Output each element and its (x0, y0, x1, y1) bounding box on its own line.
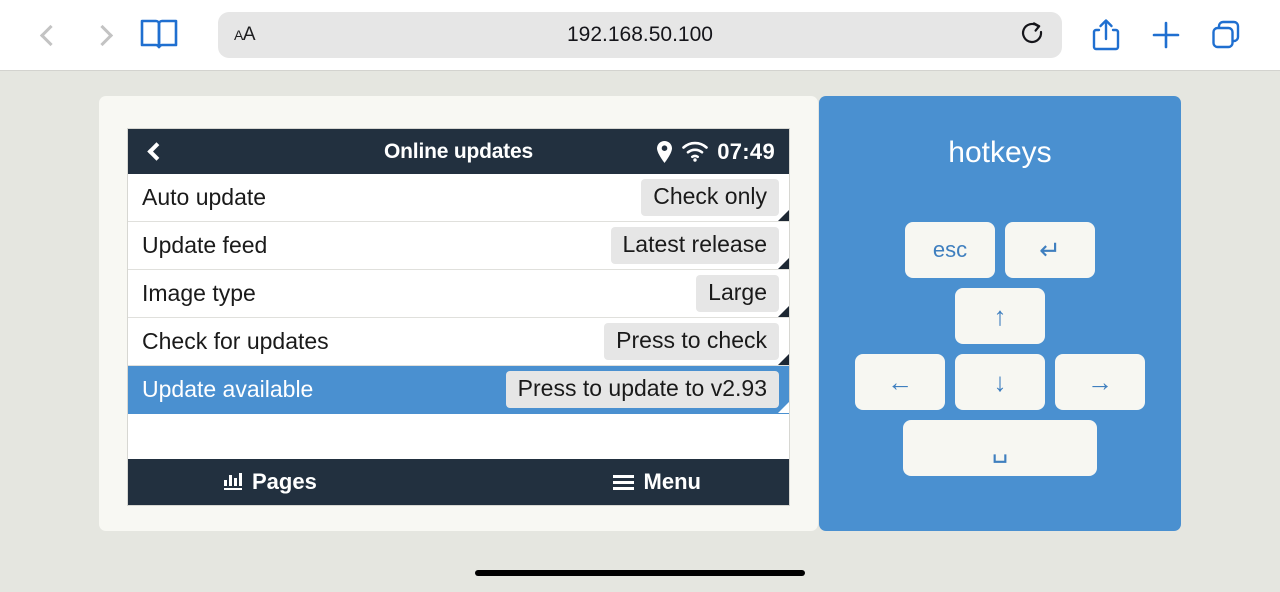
row-label: Image type (142, 280, 256, 306)
wifi-icon (682, 141, 709, 162)
book-icon (140, 19, 178, 49)
row-corner-marker (778, 210, 789, 221)
table-row[interactable]: Update feed Latest release (128, 222, 789, 270)
clock-time: 07:49 (717, 138, 775, 164)
row-label: Auto update (142, 184, 267, 210)
row-corner-marker (778, 402, 789, 413)
reload-icon (1021, 22, 1043, 44)
arrow-left-key-label: ← (887, 367, 913, 397)
arrow-up-key-label: ↑ (993, 301, 1007, 331)
row-label: Update available (142, 376, 314, 402)
row-label: Update feed (142, 232, 268, 258)
arrow-right-key-label: → (1087, 367, 1113, 397)
device-footer: Pages Menu (128, 459, 789, 505)
arrow-down-key-label: ↓ (993, 367, 1007, 397)
device-remote-console: Online updates 07:49 Auto update Check o… (127, 128, 790, 506)
hotkeys-title: hotkeys (948, 136, 1052, 169)
chevron-right-icon (91, 24, 113, 46)
table-row-empty (128, 414, 789, 459)
arrow-up-key[interactable]: ↑ (955, 288, 1045, 344)
table-row[interactable]: Auto update Check only (128, 174, 789, 222)
tabs-icon (1212, 20, 1240, 49)
location-pin-icon (657, 140, 673, 163)
share-icon (1092, 19, 1120, 51)
table-row-selected[interactable]: Update available Press to update to v2.9… (128, 366, 789, 414)
hamburger-icon (612, 474, 634, 490)
hotkeys-panel: hotkeys esc ↵ ↑ ← ↓ → ␣ (819, 96, 1181, 531)
row-corner-marker (778, 354, 789, 365)
row-corner-marker (778, 258, 789, 269)
url-text: 192.168.50.100 (567, 23, 713, 46)
address-bar[interactable]: AA 192.168.50.100 (218, 12, 1062, 58)
arrow-left-key[interactable]: ← (855, 354, 945, 410)
space-key-label: ␣ (991, 433, 1009, 463)
row-value[interactable]: Latest release (610, 227, 779, 264)
menu-label: Menu (643, 469, 701, 494)
pages-label: Pages (252, 469, 317, 494)
hotkeys-row-2: ↑ (955, 288, 1045, 344)
home-indicator (475, 570, 805, 576)
new-tab-button[interactable] (1136, 9, 1196, 61)
forward-button[interactable] (76, 9, 128, 61)
hotkeys-row-4: ␣ (903, 420, 1097, 476)
browser-toolbar: AA 192.168.50.100 (0, 0, 1280, 71)
row-value[interactable]: Check only (641, 179, 779, 216)
device-header: Online updates 07:49 (128, 129, 789, 174)
bar-chart-icon (224, 473, 242, 490)
arrow-right-key[interactable]: → (1055, 354, 1145, 410)
tabs-button[interactable] (1196, 9, 1256, 61)
table-row[interactable]: Image type Large (128, 270, 789, 318)
esc-key[interactable]: esc (905, 222, 995, 278)
back-button[interactable] (24, 9, 76, 61)
status-icons: 07:49 (656, 139, 775, 165)
device-card: Online updates 07:49 Auto update Check o… (99, 96, 818, 531)
menu-button[interactable]: Menu (612, 469, 701, 495)
hotkeys-keypad: esc ↵ ↑ ← ↓ → ␣ (855, 222, 1145, 476)
share-button[interactable] (1076, 9, 1136, 61)
table-row[interactable]: Check for updates Press to check (128, 318, 789, 366)
space-key[interactable]: ␣ (903, 420, 1097, 476)
page-body: Online updates 07:49 Auto update Check o… (0, 71, 1280, 592)
hotkeys-row-1: esc ↵ (905, 222, 1095, 278)
row-value[interactable]: Press to check (604, 323, 779, 360)
enter-key[interactable]: ↵ (1005, 222, 1095, 278)
plus-icon (1152, 21, 1180, 49)
bookmarks-button[interactable] (128, 9, 190, 61)
reload-button[interactable] (1020, 21, 1046, 49)
arrow-down-key[interactable]: ↓ (955, 354, 1045, 410)
esc-key-label: esc (932, 237, 968, 262)
row-value[interactable]: Press to update to v2.93 (505, 371, 779, 408)
hotkeys-row-3: ← ↓ → (855, 354, 1145, 410)
chevron-left-icon (39, 24, 61, 46)
enter-key-label: ↵ (1039, 235, 1061, 265)
pages-button[interactable]: Pages (224, 469, 317, 495)
row-label: Check for updates (142, 328, 329, 354)
row-corner-marker (778, 306, 789, 317)
row-value[interactable]: Large (696, 275, 779, 312)
